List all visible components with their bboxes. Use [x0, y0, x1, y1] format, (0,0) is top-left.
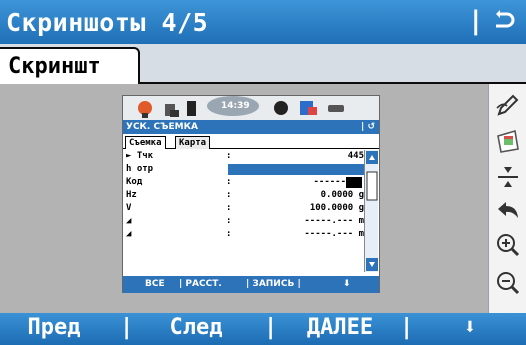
preview-row: V : 100.0000 g	[126, 202, 364, 215]
preview-time: 14:39	[221, 101, 250, 111]
draw-button[interactable]	[492, 90, 524, 120]
image-icon	[497, 129, 519, 153]
preview-scrollbar	[364, 150, 378, 272]
tool-sidebar	[488, 84, 526, 313]
softkey-separator: |	[264, 315, 278, 340]
pen-icon	[496, 94, 519, 116]
zoom-out-button[interactable]	[492, 268, 524, 298]
softkey-bar: Пред | След | ДАЛЕЕ | ⬇	[0, 313, 526, 345]
preview-row: Hz : 0.0000 g	[126, 189, 364, 202]
preview-body: ► Тчк : 445 h отр : Код : ------ Hz : 0.…	[123, 150, 364, 273]
zoom-in-button[interactable]	[492, 230, 524, 260]
preview-row-colon: :	[226, 216, 232, 226]
preview-status-icons	[138, 96, 344, 118]
back-icon	[496, 10, 515, 28]
preview-row-colon: :	[226, 151, 232, 161]
fit-icon	[498, 167, 518, 187]
undo-button[interactable]	[492, 196, 524, 226]
preview-row: ◢ : -----.--- m	[126, 215, 364, 228]
preview-row-colon: :	[226, 190, 232, 200]
preview-softkeys: ВСЕ | РАССТ. | ЗАПИСЬ | ⬇	[123, 276, 379, 293]
preview-softkey: ⬇	[343, 279, 351, 289]
preview-scroll-arrows-icon	[366, 151, 378, 271]
preview-row-label: ◢	[126, 229, 132, 239]
preview-row: h отр :	[126, 163, 364, 176]
tab-bar: Скриншт	[0, 44, 526, 86]
title-separator: |	[471, 6, 481, 36]
softkey-separator: |	[120, 315, 134, 340]
preview-title-bar: УСК. СЪЕМКА | ↺	[123, 120, 379, 134]
preview-row-value: ------	[313, 177, 346, 187]
preview-row-label: Код	[126, 177, 143, 187]
preview-row-label: ◢	[126, 216, 132, 226]
preview-code-toggle-icon	[346, 177, 362, 188]
back-button[interactable]	[486, 6, 522, 38]
preview-row-colon: :	[226, 229, 232, 239]
preview-row-label: V	[126, 203, 132, 213]
preview-row-value: 445	[347, 151, 364, 161]
prev-button[interactable]: Пред	[14, 315, 94, 340]
preview-back: | ↺	[361, 122, 375, 132]
fit-button[interactable]	[492, 162, 524, 192]
preview-row-label: Hz	[126, 190, 137, 200]
preview-softkey: ВСЕ	[145, 279, 165, 289]
preview-row-colon: :	[226, 177, 232, 187]
preview-row-value: 100.0000 g	[309, 203, 364, 213]
continue-button[interactable]: ДАЛЕЕ	[290, 315, 390, 340]
preview-row-value: -----.--- m	[304, 216, 364, 226]
image-button[interactable]	[492, 126, 524, 156]
preview-row-label: h отр	[126, 164, 154, 174]
preview-softkey: | ЗАПИСЬ |	[246, 279, 301, 289]
preview-softkey: | РАССТ.	[179, 279, 222, 289]
preview-row: Код : ------	[126, 176, 364, 189]
preview-row-colon: :	[226, 203, 232, 213]
softkey-separator: |	[400, 315, 414, 340]
page-title: Скриншоты 4/5	[6, 7, 209, 37]
preview-row-value: 0.0000 g	[320, 190, 364, 200]
preview-status-bar: 14:39	[123, 96, 379, 120]
preview-row-label: ► Тчк	[126, 151, 154, 161]
preview-tab-map: Карта	[175, 136, 211, 149]
preview-row-input	[228, 164, 364, 175]
zoom-in-icon	[497, 234, 520, 257]
preview-row: ► Тчк : 445	[126, 150, 364, 163]
preview-title: УСК. СЪЕМКА	[126, 122, 198, 132]
title-bar: Скриншоты 4/5 |	[0, 0, 526, 44]
zoom-out-icon	[497, 272, 520, 295]
down-button[interactable]: ⬇	[420, 315, 520, 340]
preview-tab-survey: Съемка	[125, 136, 166, 149]
tab-screenshot[interactable]: Скриншт	[0, 47, 140, 86]
undo-icon	[498, 202, 518, 218]
preview-row-value: -----.--- m	[304, 229, 364, 239]
preview-tabs: Съемка Карта	[123, 134, 379, 149]
screenshot-preview: 14:39 УСК. СЪЕМКА | ↺ Съемка Карта ► Тчк…	[122, 95, 380, 293]
preview-row: ◢ : -----.--- m	[126, 228, 364, 241]
next-button[interactable]: След	[156, 315, 236, 340]
